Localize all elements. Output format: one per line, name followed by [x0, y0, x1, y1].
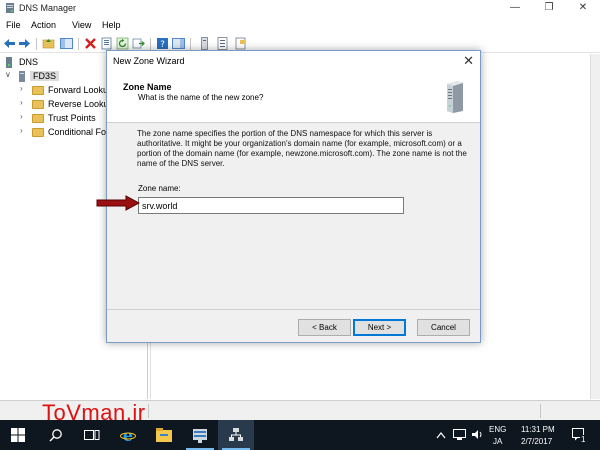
delete-icon[interactable] — [84, 37, 97, 50]
server-tower-icon — [447, 81, 463, 113]
collapse-chevron-icon[interactable]: ∨ — [5, 70, 11, 79]
show-hidden-icons-icon[interactable] — [436, 431, 446, 439]
menu-action[interactable]: Action — [31, 20, 56, 30]
wizard-heading: Zone Name — [123, 82, 172, 92]
search-icon — [49, 429, 62, 442]
dns-manager-icon — [229, 428, 243, 441]
status-divider — [148, 404, 149, 418]
server-node-icon — [19, 71, 25, 82]
start-button[interactable] — [0, 420, 36, 450]
refresh-icon[interactable] — [116, 37, 129, 50]
tree-item-label: DNS — [19, 57, 39, 67]
toolbar-separator — [190, 38, 191, 50]
language-indicator[interactable]: ENG — [489, 425, 506, 434]
show-pane-icon[interactable] — [172, 37, 185, 50]
cancel-button[interactable]: Cancel — [417, 319, 470, 336]
properties-icon[interactable] — [100, 37, 113, 50]
zone-name-label: Zone name: — [138, 184, 181, 193]
task-view-button[interactable] — [74, 420, 110, 450]
taskbar-server-manager[interactable] — [182, 420, 218, 450]
expand-chevron-icon[interactable]: › — [20, 84, 23, 93]
next-button[interactable]: Next > — [353, 319, 406, 336]
zone-name-input[interactable] — [138, 197, 404, 214]
server-icon[interactable] — [198, 37, 211, 50]
wizard-title: New Zone Wizard — [113, 56, 185, 66]
close-icon[interactable]: ✕ — [463, 53, 474, 69]
new-record-icon[interactable] — [234, 37, 247, 50]
folder-icon — [32, 128, 44, 137]
tree-item-label: Reverse Looku — [48, 99, 109, 109]
new-zone-wizard-dialog: New Zone Wizard ✕ Zone Name What is the … — [106, 50, 481, 343]
search-button[interactable] — [38, 420, 74, 450]
tree-item-label: Forward Looku — [48, 85, 109, 95]
wizard-title-bar: New Zone Wizard ✕ — [107, 51, 480, 73]
clock-date[interactable]: 2/7/2017 — [521, 437, 552, 446]
toolbar-separator — [78, 38, 79, 50]
server-manager-icon — [193, 429, 207, 443]
volume-icon[interactable] — [471, 429, 483, 440]
wizard-header: Zone Name What is the name of the new zo… — [107, 73, 480, 123]
expand-chevron-icon[interactable]: › — [20, 126, 23, 135]
network-icon[interactable] — [453, 429, 466, 440]
folder-icon — [32, 100, 44, 109]
expand-chevron-icon[interactable]: › — [20, 98, 23, 107]
help-icon[interactable]: ? — [156, 37, 169, 50]
records-icon[interactable] — [216, 37, 229, 50]
toolbar-separator — [36, 38, 37, 50]
vertical-scrollbar[interactable] — [590, 54, 600, 399]
minimize-icon[interactable]: — — [498, 0, 532, 17]
tree-item-label: Trust Points — [48, 113, 96, 123]
window-title: DNS Manager — [19, 3, 77, 13]
taskbar-file-explorer[interactable] — [146, 420, 182, 450]
clock-time[interactable]: 11:31 PM — [521, 425, 555, 434]
tree-item-label: FD3S — [30, 71, 60, 81]
menu-bar: File Action View Help — [0, 18, 600, 34]
status-divider — [540, 404, 541, 418]
menu-file[interactable]: File — [6, 20, 21, 30]
back-arrow-icon[interactable] — [3, 37, 16, 50]
expand-chevron-icon[interactable]: › — [20, 112, 23, 121]
toolbar-separator — [150, 38, 151, 50]
notification-count-badge: 1 — [580, 435, 587, 444]
export-list-icon[interactable] — [132, 37, 145, 50]
annotation-arrow-icon — [96, 195, 140, 211]
ime-indicator[interactable]: JA — [493, 437, 502, 446]
taskbar: e ENG JA 11:31 PM 2/7/2017 1 — [0, 420, 600, 450]
forward-arrow-icon[interactable] — [18, 37, 31, 50]
menu-help[interactable]: Help — [102, 20, 121, 30]
dns-root-icon — [6, 57, 12, 68]
close-window-icon[interactable]: ✕ — [566, 0, 600, 17]
title-bar: DNS Manager — ❐ ✕ — [0, 0, 600, 17]
file-explorer-icon — [156, 428, 172, 442]
maximize-icon[interactable]: ❐ — [532, 0, 566, 17]
windows-logo-icon — [11, 428, 25, 442]
menu-view[interactable]: View — [72, 20, 91, 30]
dns-app-icon — [6, 3, 14, 13]
folder-icon — [32, 86, 44, 95]
wizard-footer-divider — [107, 309, 480, 310]
internet-explorer-icon: e — [120, 427, 136, 443]
wizard-description: The zone name specifies the portion of t… — [137, 129, 467, 168]
back-button[interactable]: < Back — [298, 319, 351, 336]
svg-text:?: ? — [160, 40, 165, 50]
wizard-subheading: What is the name of the new zone? — [138, 93, 264, 102]
taskbar-ie[interactable]: e — [110, 420, 146, 450]
up-folder-icon[interactable] — [42, 37, 55, 50]
svg-text:e: e — [123, 427, 133, 443]
show-tree-icon[interactable] — [60, 37, 73, 50]
tree-item-label: Conditional Fo — [48, 127, 107, 137]
taskbar-dns-manager[interactable] — [218, 420, 254, 450]
folder-icon — [32, 114, 44, 123]
task-view-icon — [84, 430, 100, 440]
